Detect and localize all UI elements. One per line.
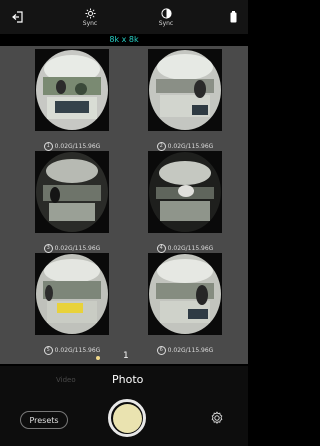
thumbnail-6-index: 6 bbox=[156, 345, 166, 355]
thumbnail-6[interactable] bbox=[148, 253, 222, 335]
contrast-icon bbox=[160, 7, 172, 19]
thumbnail-1-storage: 0.02G/115.96G bbox=[54, 142, 101, 150]
shutter-inner bbox=[112, 403, 142, 433]
settings-button[interactable] bbox=[210, 410, 224, 424]
mode-photo[interactable]: Photo bbox=[112, 373, 143, 386]
mode-video[interactable]: Video bbox=[56, 376, 76, 384]
thumbnail-3-storage: 0.02G/115.96G bbox=[54, 244, 101, 252]
white-balance-sync-label: Sync bbox=[82, 19, 98, 27]
thumbnail-4-storage: 0.02G/115.96G bbox=[167, 244, 214, 252]
thumbnail-1-caption: 1 0.02G/115.96G bbox=[27, 141, 117, 151]
thumbnail-5[interactable] bbox=[35, 253, 109, 335]
battery-indicator bbox=[226, 0, 240, 34]
thumbnail-2-caption: 2 0.02G/115.96G bbox=[140, 141, 230, 151]
thumbnail-4-caption: 4 0.02G/115.96G bbox=[140, 243, 230, 253]
thumbnail-6-caption: 6 0.02G/115.96G bbox=[140, 345, 230, 355]
gear-icon bbox=[211, 411, 223, 424]
thumbnail-2[interactable] bbox=[148, 49, 222, 131]
thumbnail-5-storage: 0.02G/115.96G bbox=[54, 346, 101, 354]
exit-button[interactable] bbox=[8, 0, 28, 34]
top-bar: Sync Sync bbox=[0, 0, 248, 34]
thumbnail-3-caption: 3 0.02G/115.96G bbox=[27, 243, 117, 253]
shutter-button[interactable] bbox=[108, 399, 146, 437]
thumbnail-3-index: 3 bbox=[43, 243, 53, 253]
battery-icon bbox=[230, 11, 236, 23]
thumbnail-3[interactable] bbox=[35, 151, 109, 233]
white-balance-sync-button[interactable]: Sync bbox=[78, 0, 102, 34]
pager-indicator-dot bbox=[96, 356, 100, 360]
thumbnail-5-caption: 5 0.02G/115.96G bbox=[27, 345, 117, 355]
thumbnail-5-index: 5 bbox=[43, 345, 53, 355]
resolution-label: 8k x 8k bbox=[109, 35, 139, 44]
exit-icon bbox=[12, 11, 23, 23]
exposure-sync-button[interactable]: Sync bbox=[154, 0, 178, 34]
thumbnail-4-index: 4 bbox=[156, 243, 166, 253]
thumbnail-2-index: 2 bbox=[156, 141, 166, 151]
thumbnail-4[interactable] bbox=[148, 151, 222, 233]
thumbnail-1[interactable] bbox=[35, 49, 109, 131]
thumbnail-1-index: 1 bbox=[43, 141, 53, 151]
exposure-sync-label: Sync bbox=[158, 19, 174, 27]
presets-button[interactable]: Presets bbox=[20, 411, 68, 429]
thumbnail-6-storage: 0.02G/115.96G bbox=[167, 346, 214, 354]
pager-current-page: 1 bbox=[123, 351, 129, 361]
thumbnail-2-storage: 0.02G/115.96G bbox=[167, 142, 214, 150]
sun-icon bbox=[84, 7, 96, 19]
